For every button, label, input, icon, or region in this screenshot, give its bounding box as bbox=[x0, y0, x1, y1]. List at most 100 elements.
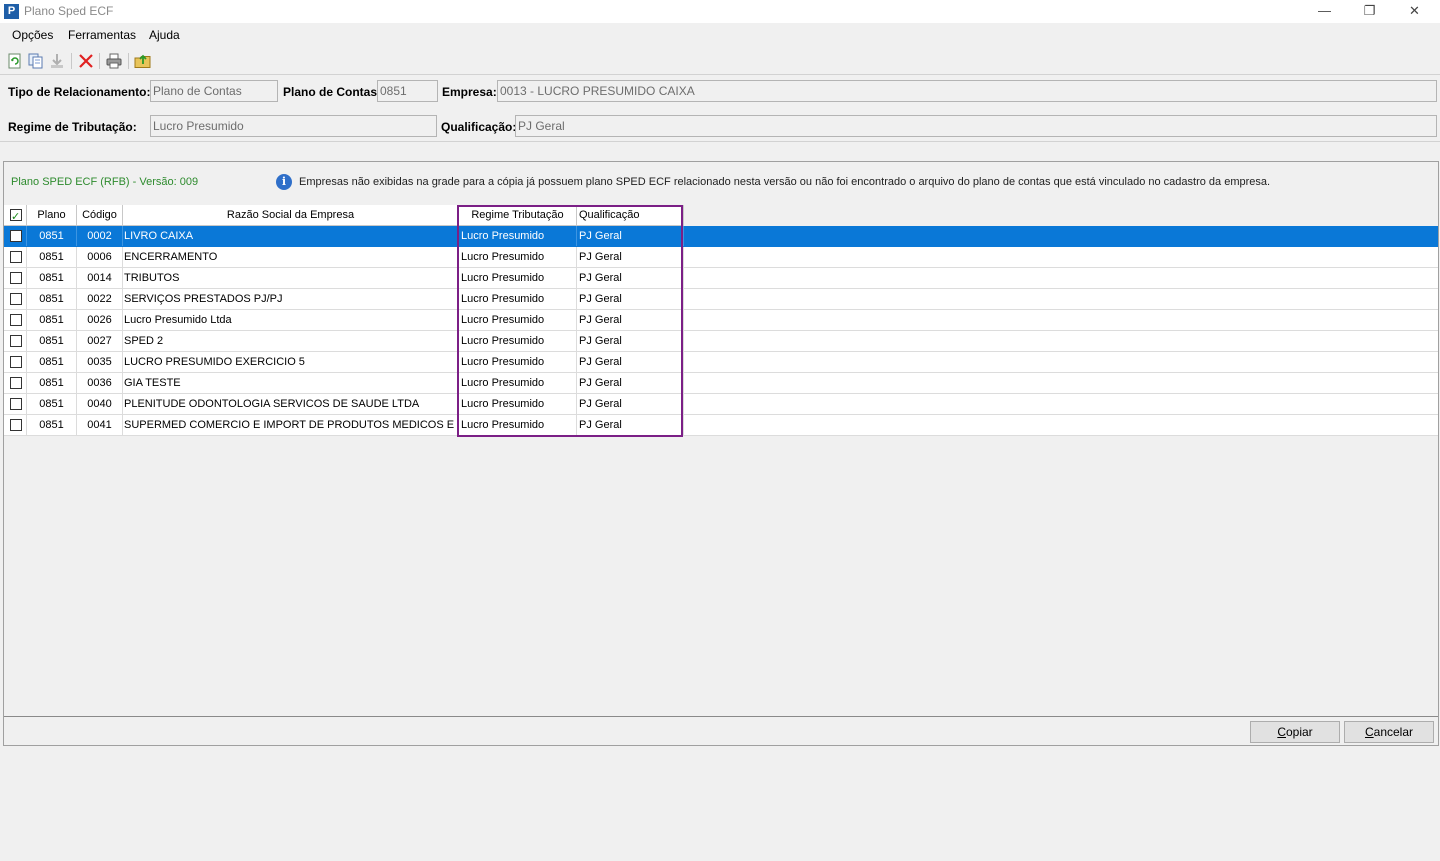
row-checkbox-cell bbox=[4, 394, 27, 414]
cell-regime-tributacao: Lucro Presumido bbox=[459, 331, 577, 351]
cell-plano: 0851 bbox=[27, 268, 77, 288]
col-qualificacao[interactable]: Qualificação bbox=[577, 205, 684, 226]
copiar-button[interactable]: Copiar bbox=[1250, 721, 1340, 743]
cell-qualificacao: PJ Geral bbox=[577, 331, 684, 351]
cell-plano: 0851 bbox=[27, 310, 77, 330]
cell-qualificacao: PJ Geral bbox=[577, 352, 684, 372]
col-regime-tributacao[interactable]: Regime Tributação bbox=[459, 205, 577, 226]
cell-regime-tributacao: Lucro Presumido bbox=[459, 289, 577, 309]
export-folder-icon[interactable] bbox=[134, 52, 152, 70]
cell-razao-social: GIA TESTE bbox=[123, 373, 459, 393]
cell-codigo: 0035 bbox=[77, 352, 123, 372]
cell-codigo: 0040 bbox=[77, 394, 123, 414]
cell-razao-social: LIVRO CAIXA bbox=[123, 226, 459, 246]
tipo-relacionamento-field: Plano de Contas bbox=[150, 80, 278, 102]
toolbar-separator bbox=[128, 53, 129, 69]
copiar-label: opiar bbox=[1285, 725, 1313, 739]
download-icon[interactable] bbox=[48, 52, 66, 70]
menu-ajuda[interactable]: Ajuda bbox=[149, 28, 180, 42]
row-checkbox[interactable] bbox=[10, 398, 22, 410]
row-checkbox-cell bbox=[4, 247, 27, 267]
regime-tributacao-field: Lucro Presumido bbox=[150, 115, 437, 137]
cell-razao-social: ENCERRAMENTO bbox=[123, 247, 459, 267]
cell-razao-social: Lucro Presumido Ltda bbox=[123, 310, 459, 330]
cancelar-mnemonic: C bbox=[1364, 725, 1374, 739]
cell-razao-social: LUCRO PRESUMIDO EXERCICIO 5 bbox=[123, 352, 459, 372]
row-checkbox[interactable] bbox=[10, 419, 22, 431]
title-bar: P Plano Sped ECF — ❐ ✕ bbox=[0, 0, 1440, 23]
table-row[interactable]: 0851 0040 PLENITUDE ODONTOLOGIA SERVICOS D… bbox=[4, 394, 1438, 415]
cell-plano: 0851 bbox=[27, 373, 77, 393]
cell-codigo: 0036 bbox=[77, 373, 123, 393]
cell-plano: 0851 bbox=[27, 289, 77, 309]
cell-qualificacao: PJ Geral bbox=[577, 310, 684, 330]
cell-qualificacao: PJ Geral bbox=[577, 373, 684, 393]
row-checkbox[interactable] bbox=[10, 293, 22, 305]
cell-razao-social: SUPERMED COMERCIO E IMPORT DE PRODUTOS M… bbox=[123, 415, 459, 435]
copiar-mnemonic: C bbox=[1277, 725, 1286, 739]
cell-codigo: 0041 bbox=[77, 415, 123, 435]
col-codigo[interactable]: Código bbox=[77, 205, 123, 226]
menu-opcoes[interactable]: Opções bbox=[12, 28, 53, 42]
grid-rows: 0851 0002 LIVRO CAIXA Lucro Presumido PJ Ger… bbox=[4, 226, 1438, 436]
refresh-icon[interactable] bbox=[6, 52, 24, 70]
cancelar-button[interactable]: Cancelar bbox=[1344, 721, 1434, 743]
row-checkbox[interactable] bbox=[10, 335, 22, 347]
table-row[interactable]: 0851 0026 Lucro Presumido Ltda Lucro Presum… bbox=[4, 310, 1438, 331]
select-all-cell bbox=[4, 205, 27, 226]
cell-regime-tributacao: Lucro Presumido bbox=[459, 226, 577, 246]
row-checkbox[interactable] bbox=[10, 314, 22, 326]
toolbar-separator bbox=[99, 53, 100, 69]
cell-qualificacao: PJ Geral bbox=[577, 226, 684, 246]
row-checkbox[interactable] bbox=[10, 377, 22, 389]
row-checkbox-cell bbox=[4, 331, 27, 351]
minimize-button[interactable]: — bbox=[1302, 0, 1347, 23]
cell-plano: 0851 bbox=[27, 415, 77, 435]
grid-header: Plano Código Razão Social da Empresa Reg… bbox=[4, 205, 684, 226]
table-row[interactable]: 0851 0014 TRIBUTOS Lucro Presumido PJ Geral bbox=[4, 268, 1438, 289]
table-row[interactable]: 0851 0027 SPED 2 Lucro Presumido PJ Geral bbox=[4, 331, 1438, 352]
row-checkbox[interactable] bbox=[10, 230, 22, 242]
cell-plano: 0851 bbox=[27, 394, 77, 414]
cell-regime-tributacao: Lucro Presumido bbox=[459, 394, 577, 414]
cell-regime-tributacao: Lucro Presumido bbox=[459, 352, 577, 372]
cell-qualificacao: PJ Geral bbox=[577, 394, 684, 414]
cell-codigo: 0014 bbox=[77, 268, 123, 288]
cell-qualificacao: PJ Geral bbox=[577, 289, 684, 309]
row-checkbox[interactable] bbox=[10, 272, 22, 284]
table-row[interactable]: 0851 0022 SERVIÇOS PRESTADOS PJ/PJ Lucro Pr… bbox=[4, 289, 1438, 310]
cell-qualificacao: PJ Geral bbox=[577, 268, 684, 288]
cell-codigo: 0027 bbox=[77, 331, 123, 351]
cell-regime-tributacao: Lucro Presumido bbox=[459, 247, 577, 267]
cell-plano: 0851 bbox=[27, 247, 77, 267]
cell-razao-social: TRIBUTOS bbox=[123, 268, 459, 288]
restore-button[interactable]: ❐ bbox=[1347, 0, 1392, 23]
table-row[interactable]: 0851 0041 SUPERMED COMERCIO E IMPORT DE PR… bbox=[4, 415, 1438, 436]
delete-icon[interactable] bbox=[77, 52, 95, 70]
row-checkbox[interactable] bbox=[10, 356, 22, 368]
tipo-relacionamento-label: Tipo de Relacionamento: bbox=[8, 85, 151, 99]
menu-bar: Opções Ferramentas Ajuda bbox=[0, 25, 1440, 45]
cell-plano: 0851 bbox=[27, 331, 77, 351]
table-row[interactable]: 0851 0006 ENCERRAMENTO Lucro Presumido PJ Ge… bbox=[4, 247, 1438, 268]
print-icon[interactable] bbox=[105, 52, 123, 70]
col-razao-social[interactable]: Razão Social da Empresa bbox=[123, 205, 459, 226]
app-icon: P bbox=[4, 4, 19, 19]
cell-regime-tributacao: Lucro Presumido bbox=[459, 268, 577, 288]
plan-version-label: Plano SPED ECF (RFB) - Versão: 009 bbox=[11, 176, 199, 188]
menu-ferramentas[interactable]: Ferramentas bbox=[68, 28, 136, 42]
select-all-checkbox[interactable] bbox=[10, 207, 22, 226]
table-row[interactable]: 0851 0035 LUCRO PRESUMIDO EXERCICIO 5 Lucro… bbox=[4, 352, 1438, 373]
table-row[interactable]: 0851 0036 GIA TESTE Lucro Presumido PJ Geral bbox=[4, 373, 1438, 394]
col-plano[interactable]: Plano bbox=[27, 205, 77, 226]
empresa-label: Empresa: bbox=[442, 85, 497, 99]
empresa-field: 0013 - LUCRO PRESUMIDO CAIXA bbox=[497, 80, 1437, 102]
cell-codigo: 0022 bbox=[77, 289, 123, 309]
copy-icon[interactable] bbox=[27, 52, 45, 70]
separator-line bbox=[0, 141, 1440, 142]
table-row[interactable]: 0851 0002 LIVRO CAIXA Lucro Presumido PJ Ger… bbox=[4, 226, 1438, 247]
row-checkbox-cell bbox=[4, 373, 27, 393]
close-button[interactable]: ✕ bbox=[1392, 0, 1437, 23]
row-checkbox[interactable] bbox=[10, 251, 22, 263]
separator-line bbox=[0, 74, 1440, 75]
